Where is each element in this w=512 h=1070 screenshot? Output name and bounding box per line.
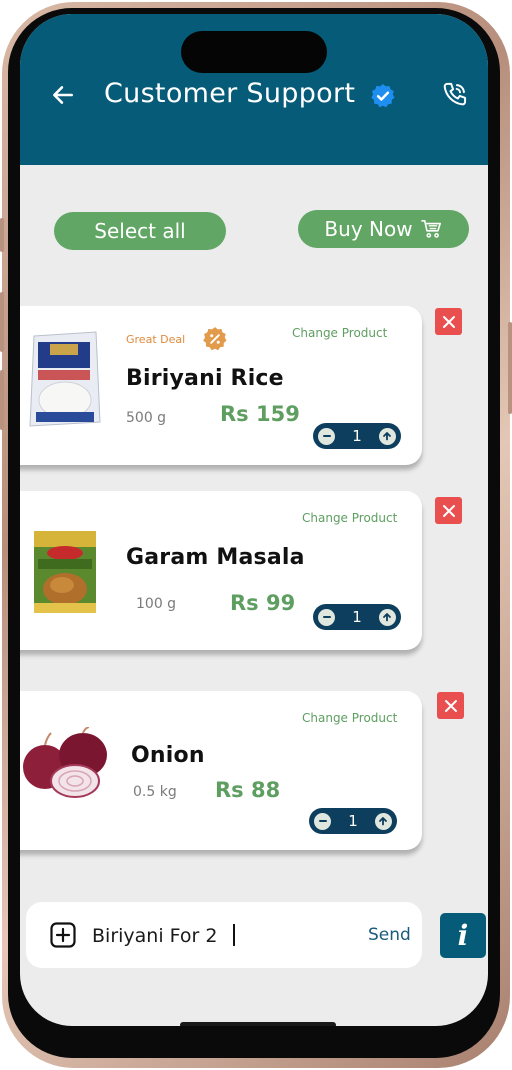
verified-badge-icon bbox=[371, 84, 395, 108]
arrow-up-icon bbox=[379, 817, 388, 826]
quantity-stepper: 1 bbox=[313, 423, 401, 449]
quantity-stepper: 1 bbox=[309, 808, 397, 834]
product-price: Rs 159 bbox=[220, 402, 300, 426]
change-product-link[interactable]: Change Product bbox=[292, 326, 387, 340]
masala-pack-image bbox=[34, 531, 96, 613]
arrow-up-icon bbox=[383, 432, 392, 441]
product-card-onion: Change Product Onion 0.5 kg Rs 88 1 bbox=[20, 691, 422, 850]
product-name: Garam Masala bbox=[126, 545, 305, 570]
decrease-button[interactable] bbox=[318, 608, 335, 626]
remove-item-button[interactable] bbox=[435, 308, 462, 335]
product-weight: 500 g bbox=[126, 410, 167, 426]
chat-input-bar: Send bbox=[26, 902, 422, 968]
remove-item-button[interactable] bbox=[435, 497, 462, 524]
select-all-button[interactable]: Select all bbox=[54, 212, 226, 250]
change-product-link[interactable]: Change Product bbox=[302, 511, 397, 525]
increase-button[interactable] bbox=[374, 812, 392, 830]
product-name: Onion bbox=[131, 743, 205, 768]
phone-icon[interactable] bbox=[440, 80, 468, 110]
home-indicator bbox=[180, 1022, 336, 1026]
discount-badge-icon bbox=[203, 327, 227, 351]
select-all-label: Select all bbox=[94, 219, 186, 243]
power-button bbox=[508, 322, 512, 414]
volume-up-button bbox=[0, 292, 4, 352]
decrease-button[interactable] bbox=[314, 812, 331, 830]
dynamic-island bbox=[181, 31, 327, 73]
minus-icon bbox=[322, 616, 331, 618]
increase-button[interactable] bbox=[378, 427, 396, 445]
decrease-button[interactable] bbox=[318, 427, 335, 445]
message-input[interactable] bbox=[92, 922, 352, 950]
minus-icon bbox=[322, 435, 331, 437]
rice-bag-image bbox=[29, 331, 101, 427]
quantity-value: 1 bbox=[352, 427, 362, 445]
arrow-up-icon bbox=[383, 613, 392, 622]
cart-icon bbox=[420, 220, 441, 238]
product-card-garam-masala: Change Product Garam Masala 100 g Rs 99 … bbox=[20, 491, 422, 650]
buy-now-button[interactable]: Buy Now bbox=[298, 210, 469, 248]
back-arrow-icon[interactable] bbox=[50, 82, 76, 108]
quantity-stepper: 1 bbox=[313, 604, 401, 630]
send-button[interactable]: Send bbox=[368, 925, 411, 945]
product-price: Rs 99 bbox=[230, 591, 296, 615]
quantity-value: 1 bbox=[348, 812, 358, 830]
quantity-value: 1 bbox=[352, 608, 362, 626]
buy-now-label: Buy Now bbox=[324, 217, 413, 241]
page-title: Customer Support bbox=[104, 78, 356, 109]
product-name: Biriyani Rice bbox=[126, 366, 284, 391]
mute-switch bbox=[0, 218, 4, 252]
great-deal-label: Great Deal bbox=[126, 333, 186, 346]
product-card-biriyani-rice: Great Deal Change Product Biriyani Rice … bbox=[20, 306, 422, 465]
close-icon bbox=[442, 315, 455, 328]
increase-button[interactable] bbox=[378, 608, 396, 626]
app-header: Customer Support bbox=[20, 14, 488, 165]
product-weight: 100 g bbox=[136, 596, 177, 612]
change-product-link[interactable]: Change Product bbox=[302, 711, 397, 725]
volume-down-button bbox=[0, 370, 4, 430]
close-icon bbox=[442, 504, 455, 517]
product-weight: 0.5 kg bbox=[133, 784, 177, 800]
onion-image bbox=[23, 727, 107, 798]
product-price: Rs 88 bbox=[215, 778, 281, 802]
close-icon bbox=[444, 699, 457, 712]
app-screen: Customer Support Select all Buy Now Grea… bbox=[20, 14, 488, 1026]
plus-square-icon[interactable] bbox=[50, 922, 76, 948]
minus-icon bbox=[318, 820, 327, 822]
info-button[interactable]: i bbox=[440, 913, 486, 958]
text-cursor bbox=[233, 924, 235, 946]
remove-item-button[interactable] bbox=[437, 692, 464, 719]
